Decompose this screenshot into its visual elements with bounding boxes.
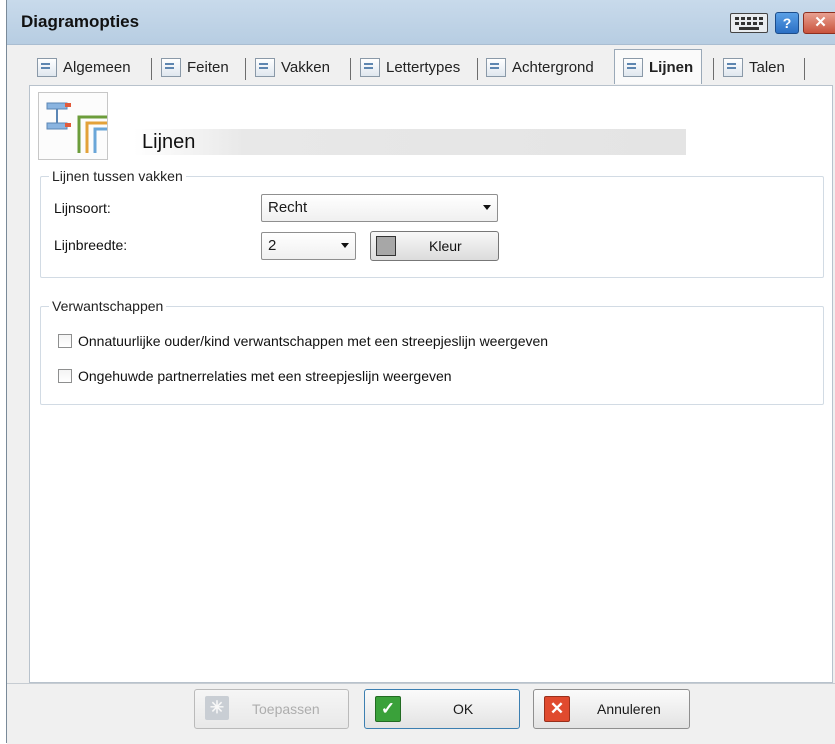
line-width-dropdown[interactable]: 2 <box>261 232 356 260</box>
line-width-value: 2 <box>268 237 277 254</box>
tab-separator <box>804 58 805 80</box>
lines-between-boxes-group: Lijnen tussen vakken Lijnsoort: Recht Li… <box>40 168 824 278</box>
tab-bar: Algemeen Feiten Vakken Lettertypes Achte… <box>7 46 835 86</box>
group-legend: Verwantschappen <box>49 298 167 314</box>
apply-label: Toepassen <box>252 701 320 717</box>
tab-algemeen[interactable]: Algemeen <box>37 53 131 81</box>
tab-label: Talen <box>749 58 785 76</box>
group-legend: Lijnen tussen vakken <box>49 168 186 184</box>
cancel-button[interactable]: ✕ Annuleren <box>533 689 690 729</box>
boxes-page-icon <box>255 57 275 77</box>
tab-separator <box>713 58 714 80</box>
tab-label: Lijnen <box>649 58 694 76</box>
settings-page-icon <box>37 57 57 77</box>
unmarried-partners-checkbox[interactable] <box>58 369 72 383</box>
unnatural-parent-child-checkbox[interactable] <box>58 334 72 348</box>
font-page-icon <box>360 57 380 77</box>
page-title: Lijnen <box>142 131 196 153</box>
chevron-down-icon <box>341 243 349 248</box>
facts-page-icon <box>161 57 181 77</box>
lines-diagram-icon <box>38 92 108 160</box>
line-type-dropdown[interactable]: Recht <box>261 194 498 222</box>
line-type-value: Recht <box>268 199 308 216</box>
keyboard-icon[interactable] <box>730 13 768 33</box>
tab-talen[interactable]: Talen <box>723 53 785 81</box>
apply-button[interactable]: ✳ Toepassen <box>194 689 349 729</box>
background-page-icon <box>486 57 506 77</box>
check-icon: ✓ <box>375 696 401 722</box>
tab-label: Vakken <box>281 58 330 76</box>
checkbox-label: Ongehuwde partnerrelaties met een streep… <box>78 368 452 384</box>
x-icon: ✕ <box>544 696 570 722</box>
window-title: Diagramopties <box>21 12 140 31</box>
color-button[interactable]: Kleur <box>370 231 499 261</box>
lines-tab-panel: Lijnen Lijnen tussen vakken Lijnsoort: R… <box>29 85 833 683</box>
languages-page-icon <box>723 57 743 77</box>
ok-label: OK <box>453 701 474 717</box>
tab-separator <box>350 58 351 80</box>
line-width-label: Lijnbreedte: <box>54 237 128 253</box>
relations-group: Verwantschappen Onnatuurlijke ouder/kind… <box>40 298 824 405</box>
title-bar[interactable]: Diagramopties ? ✕ <box>7 0 835 45</box>
dialog-window: Diagramopties ? ✕ Algemeen Feiten Vakken… <box>6 0 835 744</box>
dialog-footer: ✳ Toepassen ✓ OK ✕ Annuleren <box>7 683 835 744</box>
tab-lettertypes[interactable]: Lettertypes <box>360 53 460 81</box>
tab-separator <box>151 58 152 80</box>
close-button[interactable]: ✕ <box>803 12 835 34</box>
tab-achtergrond[interactable]: Achtergrond <box>486 53 594 81</box>
tab-vakken[interactable]: Vakken <box>255 53 330 81</box>
unmarried-partners-option[interactable]: Ongehuwde partnerrelaties met een streep… <box>58 368 452 384</box>
tab-label: Feiten <box>187 58 229 76</box>
tab-separator <box>245 58 246 80</box>
lines-page-icon <box>623 57 643 77</box>
tab-lijnen[interactable]: Lijnen <box>614 49 703 84</box>
unnatural-parent-child-option[interactable]: Onnatuurlijke ouder/kind verwantschappen… <box>58 333 548 349</box>
line-type-label: Lijnsoort: <box>54 200 111 216</box>
tab-label: Lettertypes <box>386 58 461 76</box>
page-title-bar <box>134 129 686 155</box>
tab-separator <box>477 58 478 80</box>
tab-feiten[interactable]: Feiten <box>161 53 229 81</box>
help-button[interactable]: ? <box>775 12 799 34</box>
tab-label: Algemeen <box>63 58 131 76</box>
ok-button[interactable]: ✓ OK <box>364 689 520 729</box>
tab-label: Achtergrond <box>512 58 594 76</box>
color-swatch <box>376 236 396 256</box>
color-button-label: Kleur <box>429 238 462 254</box>
chevron-down-icon <box>483 205 491 210</box>
apply-icon: ✳ <box>205 696 229 720</box>
checkbox-label: Onnatuurlijke ouder/kind verwantschappen… <box>78 333 549 349</box>
cancel-label: Annuleren <box>597 701 661 717</box>
